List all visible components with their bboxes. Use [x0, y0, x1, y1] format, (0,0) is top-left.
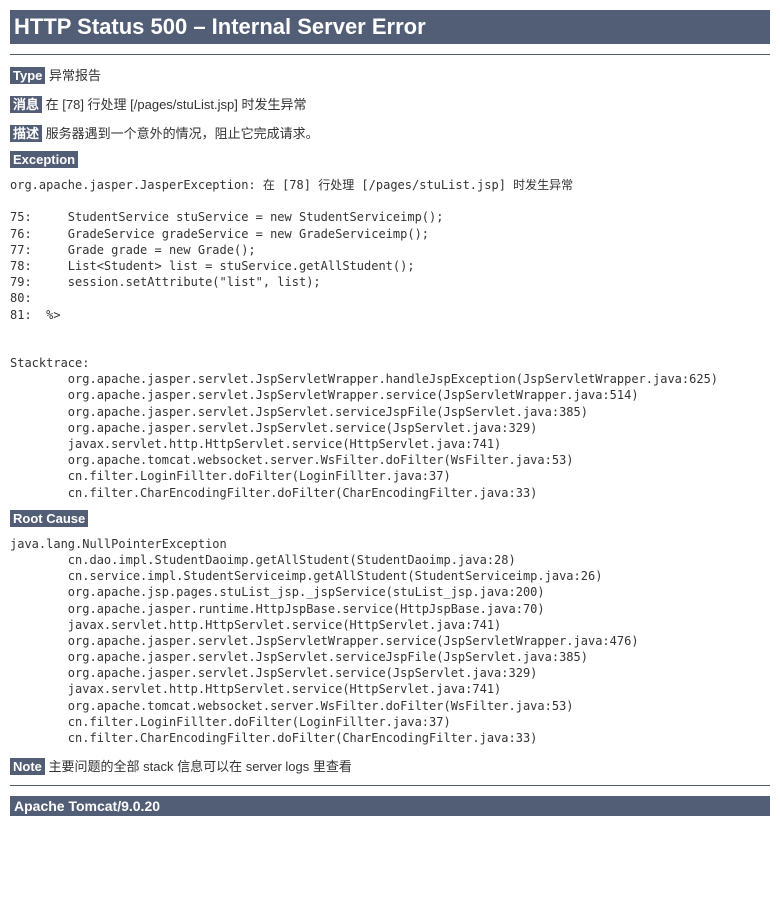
exception-stacktrace: org.apache.jasper.JasperException: 在 [78… [10, 177, 770, 501]
type-label: Type [10, 67, 45, 84]
note-label: Note [10, 758, 45, 775]
divider [10, 785, 770, 786]
description-value: 服务器遇到一个意外的情况，阻止它完成请求。 [46, 126, 319, 141]
message-label: 消息 [10, 96, 42, 113]
type-value: 异常报告 [49, 68, 101, 83]
note-value: 主要问题的全部 stack 信息可以在 server logs 里查看 [49, 759, 352, 774]
divider [10, 54, 770, 55]
root-cause-header: Root Cause [10, 511, 770, 526]
type-line: Type 异常报告 [10, 65, 770, 84]
message-value: 在 [78] 行处理 [/pages/stuList.jsp] 时发生异常 [46, 97, 307, 112]
description-label: 描述 [10, 125, 42, 142]
root-cause-stacktrace: java.lang.NullPointerException cn.dao.im… [10, 536, 770, 746]
page-title: HTTP Status 500 – Internal Server Error [10, 10, 770, 44]
message-line: 消息 在 [78] 行处理 [/pages/stuList.jsp] 时发生异常 [10, 94, 770, 113]
note-line: Note 主要问题的全部 stack 信息可以在 server logs 里查看 [10, 756, 770, 775]
root-cause-label: Root Cause [10, 510, 88, 527]
description-line: 描述 服务器遇到一个意外的情况，阻止它完成请求。 [10, 123, 770, 142]
server-footer: Apache Tomcat/9.0.20 [10, 796, 770, 816]
exception-label: Exception [10, 151, 78, 168]
exception-header: Exception [10, 152, 770, 167]
